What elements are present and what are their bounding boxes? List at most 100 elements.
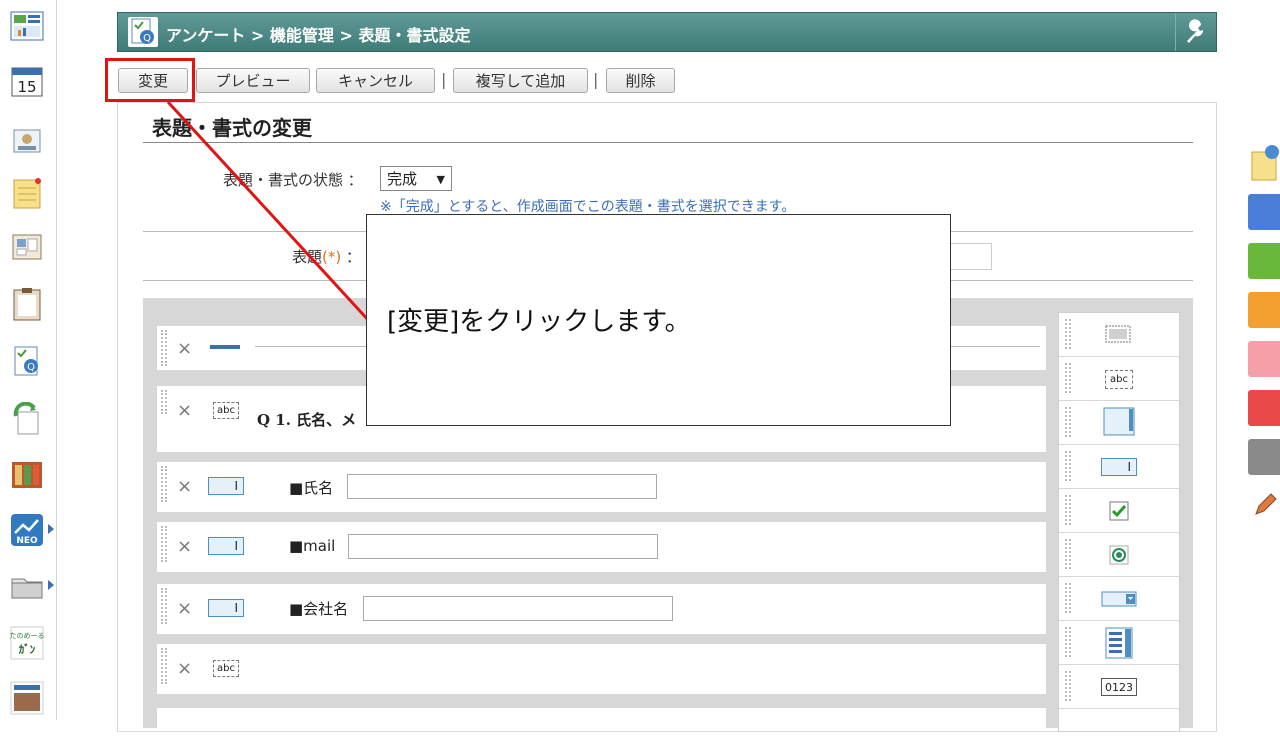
cabinet-icon[interactable] (10, 458, 44, 490)
survey-icon[interactable]: Q (10, 345, 44, 377)
survey-icon: Q (128, 17, 158, 47)
status-select[interactable]: 完成 ▼ (380, 166, 452, 191)
delete-button[interactable]: 削除 (606, 68, 675, 93)
change-button-highlight (105, 58, 195, 102)
table-icon (1105, 325, 1131, 347)
pink-tab[interactable] (1248, 341, 1280, 377)
drag-handle[interactable] (161, 390, 167, 414)
breadcrumb: アンケート > 機能管理 > 表題・書式設定 (166, 26, 471, 45)
palette-item-checkbox[interactable] (1059, 489, 1179, 533)
memo-icon[interactable] (10, 177, 44, 209)
field-label: ■氏名 (289, 479, 334, 497)
drag-handle[interactable] (161, 588, 167, 624)
text-icon: abc (213, 402, 239, 419)
textbox-icon: I (208, 477, 244, 495)
close-icon[interactable]: × (177, 598, 192, 619)
name-field[interactable] (347, 474, 657, 499)
callout-text: [変更]をクリックします。 (387, 307, 691, 337)
svg-text:Q: Q (143, 33, 151, 44)
mail-field[interactable] (348, 534, 658, 559)
close-icon[interactable]: × (177, 400, 192, 421)
field-label: ■会社名 (289, 600, 349, 618)
drag-handle[interactable] (1065, 451, 1071, 481)
preview-button[interactable]: プレビュー (196, 68, 310, 93)
pencil-icon[interactable] (1250, 490, 1280, 524)
status-note: ※「完成」とすると、作成画面でこの表題・書式を選択できます。 (380, 199, 796, 215)
neo-icon[interactable]: NEO (10, 514, 44, 546)
chevron-down-icon: ▼ (436, 173, 445, 186)
close-icon[interactable]: × (177, 658, 192, 679)
select-icon (1101, 591, 1137, 611)
builder-row[interactable]: × abc (157, 644, 1046, 694)
palette-item-number[interactable]: 0123 (1059, 665, 1179, 709)
drag-handle[interactable] (1065, 583, 1071, 613)
textbox-icon: I (208, 599, 244, 617)
portal-icon[interactable] (10, 10, 44, 42)
folder-icon[interactable] (10, 570, 44, 602)
workflow-icon[interactable] (10, 402, 44, 435)
palette-item-table[interactable] (1059, 313, 1179, 357)
drag-handle[interactable] (1065, 671, 1071, 701)
drag-handle[interactable] (1065, 627, 1071, 657)
drag-handle[interactable] (161, 330, 167, 366)
radio-icon (1109, 545, 1129, 569)
neo-expand-icon[interactable] (48, 524, 54, 534)
builder-row[interactable]: × I ■mail (157, 522, 1046, 572)
red-tab[interactable] (1248, 390, 1280, 426)
company-field[interactable] (363, 596, 673, 621)
facility-icon[interactable] (10, 124, 44, 156)
title-label-text: 表題 (292, 248, 323, 266)
drag-handle[interactable] (1065, 539, 1071, 569)
textbox-icon: I (1101, 458, 1137, 476)
gray-tab[interactable] (1248, 439, 1280, 475)
tanomeru-icon[interactable]: たのめーる ｶﾞﾝ (10, 626, 44, 660)
close-icon[interactable]: × (177, 536, 192, 557)
palette-item-text[interactable]: abc (1059, 357, 1179, 401)
toolbar-separator: | (593, 70, 599, 89)
duplicate-button[interactable]: 複写して追加 (453, 68, 588, 93)
palette-item-textbox[interactable]: I (1059, 445, 1179, 489)
page-header: Q アンケート > 機能管理 > 表題・書式設定 (117, 12, 1217, 52)
drag-handle[interactable] (1065, 319, 1071, 349)
close-icon[interactable]: × (177, 338, 192, 359)
orange-tab[interactable] (1248, 292, 1280, 328)
palette-item-select[interactable] (1059, 577, 1179, 621)
svg-text:Q: Q (27, 362, 35, 373)
text-icon: abc (1105, 370, 1133, 389)
drag-handle[interactable] (1065, 407, 1071, 437)
builder-row[interactable]: × I ■会社名 (157, 584, 1046, 634)
folder-expand-icon[interactable] (48, 580, 54, 590)
status-select-value: 完成 (387, 170, 418, 188)
svg-text:15: 15 (17, 78, 36, 96)
calendar-icon[interactable]: 15 (10, 65, 44, 97)
number-icon: 0123 (1101, 678, 1137, 696)
palette-item-list[interactable] (1059, 621, 1179, 665)
separator-icon (210, 345, 240, 349)
field-label: ■mail (289, 537, 336, 555)
text-icon: abc (213, 660, 239, 677)
drag-handle[interactable] (161, 466, 167, 502)
green-tab[interactable] (1248, 243, 1280, 279)
checkbox-icon (1109, 501, 1129, 525)
palette-item-textarea[interactable] (1059, 401, 1179, 445)
drag-handle[interactable] (161, 526, 167, 562)
report-icon[interactable] (10, 288, 44, 321)
status-label: 表題・書式の状態 ： (223, 171, 363, 189)
note-icon[interactable] (1250, 144, 1280, 188)
blue-tab[interactable] (1248, 194, 1280, 230)
bulletin-icon[interactable] (10, 232, 44, 264)
title-divider (143, 142, 1193, 143)
cancel-button[interactable]: キャンセル (316, 68, 435, 93)
palette-item-more[interactable] (1059, 709, 1179, 753)
builder-row[interactable]: × I ■氏名 (157, 462, 1046, 512)
palette-item-radio[interactable] (1059, 533, 1179, 577)
list-icon (1105, 627, 1133, 663)
news-icon[interactable] (10, 681, 44, 715)
svg-text:たのめーる: たのめーる (10, 632, 44, 640)
close-icon[interactable]: × (177, 476, 192, 497)
wrench-icon[interactable] (1175, 13, 1216, 51)
drag-handle[interactable] (1065, 495, 1071, 525)
drag-handle[interactable] (1065, 363, 1071, 393)
builder-row[interactable] (157, 708, 1046, 728)
drag-handle[interactable] (161, 648, 167, 684)
